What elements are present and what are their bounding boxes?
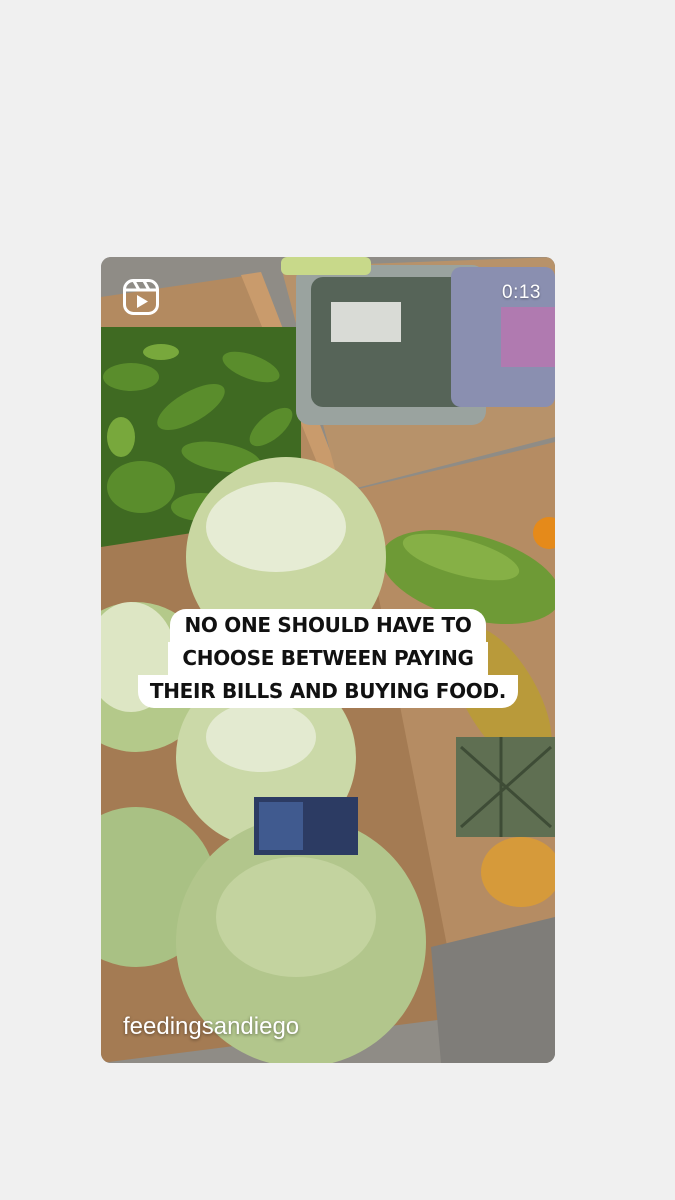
caption-line-3: THEIR BILLS AND BUYING FOOD. [137,675,519,708]
caption-overlay: NO ONE SHOULD HAVE TO CHOOSE BETWEEN PAY… [101,609,555,708]
caption-line-2: CHOOSE BETWEEN PAYING [168,642,488,675]
video-duration: 0:13 [502,282,541,303]
caption-line-1: NO ONE SHOULD HAVE TO [170,609,486,642]
account-username[interactable]: feedingsandiego [123,1013,299,1041]
reels-icon [123,279,159,315]
reel-video-card[interactable]: 0:13 NO ONE SHOULD HAVE TO CHOOSE BETWEE… [101,257,555,1063]
